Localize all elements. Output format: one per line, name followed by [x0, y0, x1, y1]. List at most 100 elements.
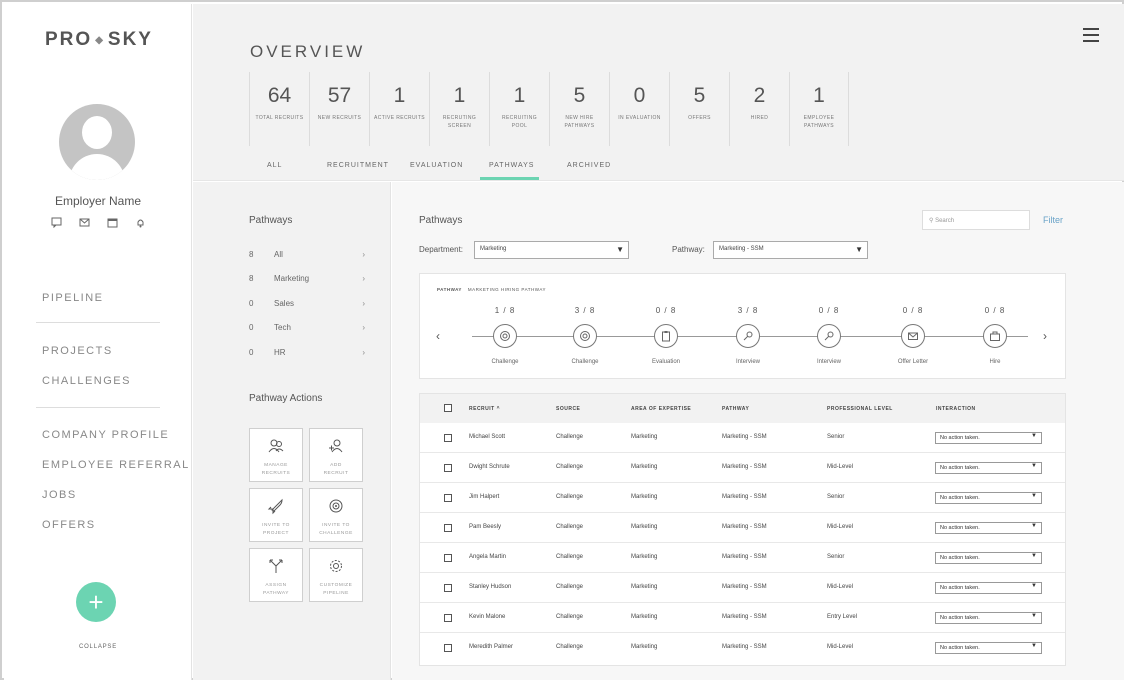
- interaction-value: No action taken.: [940, 555, 980, 561]
- col-recruit[interactable]: RECRUIT ^: [469, 406, 500, 412]
- cell-recruit[interactable]: Kevin Malone: [469, 614, 505, 620]
- interaction-select[interactable]: No action taken. ▼: [935, 552, 1042, 564]
- customize-pipeline-button[interactable]: CUSTOMIZE PIPELINE: [309, 548, 363, 602]
- table-row[interactable]: Angela Martin Challenge Marketing Market…: [420, 543, 1065, 573]
- interaction-select[interactable]: No action taken. ▼: [935, 582, 1042, 594]
- avatar[interactable]: [59, 104, 135, 180]
- row-checkbox[interactable]: [444, 614, 452, 622]
- mail-icon[interactable]: [78, 216, 91, 229]
- add-button[interactable]: +: [76, 582, 116, 622]
- assign-pathway-button[interactable]: ASSIGN PATHWAY: [249, 548, 303, 602]
- cell-level: Entry Level: [827, 614, 858, 620]
- cell-recruit[interactable]: Michael Scott: [469, 434, 505, 440]
- cell-source: Challenge: [556, 464, 584, 470]
- cell-recruit[interactable]: Angela Martin: [469, 554, 506, 560]
- action-label: RECRUIT: [323, 471, 349, 476]
- stat-new-hire-pathways[interactable]: 5 NEW HIRE PATHWAYS: [549, 72, 609, 146]
- filter-button[interactable]: Filter: [1043, 215, 1063, 225]
- chevron-left-icon[interactable]: ‹: [436, 329, 440, 343]
- pathway-step[interactable]: 0 / 8 Hire: [955, 306, 1035, 365]
- pathway-step[interactable]: 0 / 8 Interview: [789, 306, 869, 365]
- calendar-icon[interactable]: [106, 216, 119, 229]
- chat-icon[interactable]: [50, 216, 63, 229]
- logo[interactable]: PRO ◆ SKY: [45, 29, 153, 51]
- cell-recruit[interactable]: Stanley Hudson: [469, 584, 511, 590]
- col-source[interactable]: SOURCE: [556, 406, 580, 412]
- row-checkbox[interactable]: [444, 554, 452, 562]
- tab-all[interactable]: ALL: [267, 162, 282, 169]
- tab-evaluation[interactable]: EVALUATION: [410, 162, 463, 169]
- manage-recruits-button[interactable]: MANAGE RECRUITS: [249, 428, 303, 482]
- pathway-step[interactable]: 0 / 8 Evaluation: [626, 306, 706, 365]
- select-all-checkbox[interactable]: [444, 404, 452, 412]
- pathway-step[interactable]: 3 / 8 Challenge: [545, 306, 625, 365]
- action-label: INVITE TO: [262, 523, 290, 528]
- invite-to-project-button[interactable]: INVITE TO PROJECT: [249, 488, 303, 542]
- col-pathway[interactable]: PATHWAY: [722, 406, 749, 412]
- table-row[interactable]: Dwight Schrute Challenge Marketing Marke…: [420, 453, 1065, 483]
- nav-pipeline[interactable]: PIPELINE: [42, 292, 104, 304]
- table-row[interactable]: Jim Halpert Challenge Marketing Marketin…: [420, 483, 1065, 513]
- cell-recruit[interactable]: Dwight Schrute: [469, 464, 510, 470]
- interaction-select[interactable]: No action taken. ▼: [935, 492, 1042, 504]
- department-select[interactable]: Marketing ▼: [474, 241, 629, 259]
- chevron-right-icon[interactable]: ›: [1043, 329, 1047, 343]
- hamburger-menu-icon[interactable]: [1083, 28, 1099, 46]
- row-checkbox[interactable]: [444, 434, 452, 442]
- invite-to-challenge-button[interactable]: INVITE TO CHALLENGE: [309, 488, 363, 542]
- stat-recruiting-pool[interactable]: 1 RECRUITING POOL: [489, 72, 549, 146]
- nav-company-profile[interactable]: COMPANY PROFILE: [42, 429, 169, 441]
- stat-in-evaluation[interactable]: 0 IN EVALUATION: [609, 72, 669, 146]
- cell-recruit[interactable]: Meredith Palmer: [469, 644, 513, 650]
- row-checkbox[interactable]: [444, 464, 452, 472]
- tab-pathways[interactable]: PATHWAYS: [489, 162, 534, 169]
- interaction-select[interactable]: No action taken. ▼: [935, 612, 1042, 624]
- pathway-step[interactable]: 3 / 8 Interview: [708, 306, 788, 365]
- nav-jobs[interactable]: JOBS: [42, 489, 77, 501]
- col-area[interactable]: AREA OF EXPERTISE: [631, 406, 691, 412]
- cell-recruit[interactable]: Pam Beesly: [469, 524, 501, 530]
- pathway-step[interactable]: 0 / 8 Offer Letter: [873, 306, 953, 365]
- pathway-select[interactable]: Marketing - SSM ▼: [713, 241, 868, 259]
- tab-archived[interactable]: ARCHIVED: [567, 162, 611, 169]
- bell-icon[interactable]: [134, 216, 147, 229]
- col-level[interactable]: PROFESSIONAL LEVEL: [827, 406, 893, 412]
- row-checkbox[interactable]: [444, 524, 452, 532]
- stat-hired[interactable]: 2 HIRED: [729, 72, 789, 146]
- row-checkbox[interactable]: [444, 584, 452, 592]
- stat-employee-pathways[interactable]: 1 EMPLOYEE PATHWAYS: [789, 72, 849, 146]
- tab-recruitment[interactable]: RECRUITMENT: [327, 162, 389, 169]
- collapse-button[interactable]: COLLAPSE: [4, 644, 192, 650]
- nav-offers[interactable]: OFFERS: [42, 519, 96, 531]
- row-checkbox[interactable]: [444, 644, 452, 652]
- stat-offers[interactable]: 5 OFFERS: [669, 72, 729, 146]
- cell-recruit[interactable]: Jim Halpert: [469, 494, 499, 500]
- interaction-value: No action taken.: [940, 465, 980, 471]
- col-interaction[interactable]: INTERACTION: [936, 406, 976, 412]
- add-recruit-button[interactable]: ADD RECRUIT: [309, 428, 363, 482]
- table-row[interactable]: Kevin Malone Challenge Marketing Marketi…: [420, 603, 1065, 633]
- nav-challenges[interactable]: CHALLENGES: [42, 375, 131, 387]
- table-row[interactable]: Pam Beesly Challenge Marketing Marketing…: [420, 513, 1065, 543]
- interaction-select[interactable]: No action taken. ▼: [935, 462, 1042, 474]
- pathway-list-item[interactable]: 0 Sales ›: [249, 299, 365, 308]
- interaction-select[interactable]: No action taken. ▼: [935, 522, 1042, 534]
- pathway-list-item[interactable]: 8 Marketing ›: [249, 274, 365, 283]
- nav-employee-referral[interactable]: EMPLOYEE REFERRAL: [42, 459, 190, 471]
- pathway-step[interactable]: 1 / 8 Challenge: [465, 306, 545, 365]
- table-row[interactable]: Michael Scott Challenge Marketing Market…: [420, 423, 1065, 453]
- pathway-list-item[interactable]: 0 Tech ›: [249, 323, 365, 332]
- stat-recruting-screen[interactable]: 1 RECRUTING SCREEN: [429, 72, 489, 146]
- nav-projects[interactable]: PROJECTS: [42, 345, 113, 357]
- row-checkbox[interactable]: [444, 494, 452, 502]
- pathway-list-item[interactable]: 0 HR ›: [249, 348, 365, 357]
- stat-total-recruits[interactable]: 64 TOTAL RECRUITS: [249, 72, 309, 146]
- interaction-select[interactable]: No action taken. ▼: [935, 432, 1042, 444]
- pathway-list-item[interactable]: 8 All ›: [249, 250, 365, 259]
- search-input[interactable]: ⚲ Search: [922, 210, 1030, 230]
- table-row[interactable]: Stanley Hudson Challenge Marketing Marke…: [420, 573, 1065, 603]
- interaction-select[interactable]: No action taken. ▼: [935, 642, 1042, 654]
- stat-active-recruits[interactable]: 1 ACTIVE RECRUITS: [369, 72, 429, 146]
- stat-new-recruits[interactable]: 57 NEW RECRUITS: [309, 72, 369, 146]
- table-row[interactable]: Meredith Palmer Challenge Marketing Mark…: [420, 633, 1065, 663]
